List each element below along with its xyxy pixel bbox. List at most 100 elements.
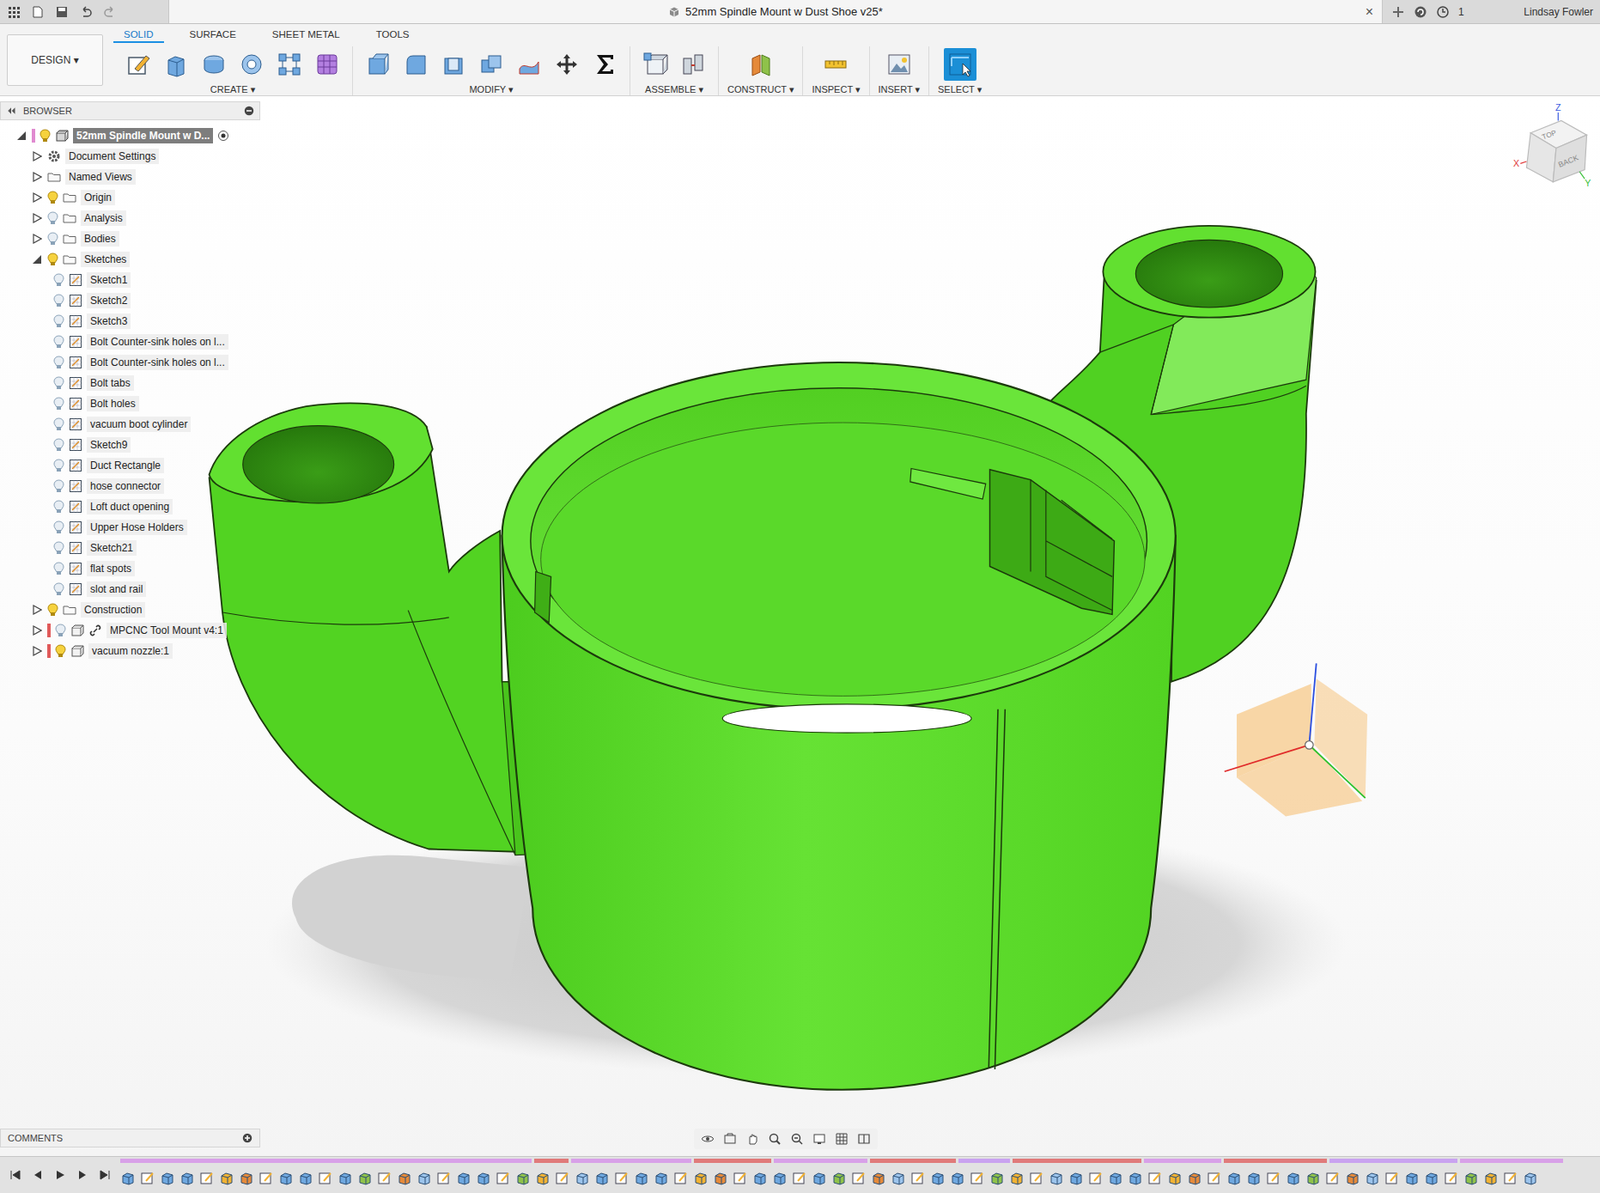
feature-icon[interactable] (278, 1170, 294, 1187)
browser-item-label[interactable]: vacuum nozzle:1 (88, 643, 173, 659)
browser-item[interactable]: Upper Hose Holders (0, 517, 261, 538)
expander[interactable] (15, 129, 28, 142)
browser-item-label[interactable]: Bolt tabs (86, 375, 134, 391)
browser-item[interactable]: Duct Rectangle (0, 455, 261, 476)
lightbulb-icon[interactable] (53, 314, 65, 329)
feature-icon[interactable] (752, 1170, 768, 1187)
activate-radio-icon[interactable] (217, 129, 230, 142)
browser-item[interactable]: Loft duct opening (0, 496, 261, 518)
tool-button[interactable] (437, 48, 470, 81)
lightbulb-icon[interactable] (53, 273, 65, 287)
feature-icon[interactable] (772, 1170, 788, 1187)
add-comment-icon[interactable] (242, 1132, 253, 1144)
lightbulb-icon[interactable] (53, 376, 65, 390)
tool-button[interactable] (361, 48, 395, 81)
sketch-feature-icon[interactable] (554, 1170, 571, 1187)
display-settings-icon[interactable] (812, 1131, 827, 1146)
sketch-feature-icon[interactable] (1384, 1170, 1400, 1187)
browser-item[interactable]: Sketch21 (0, 537, 261, 559)
expander[interactable] (30, 624, 43, 637)
browser-item-label[interactable]: Upper Hose Holders (86, 519, 188, 536)
tool-button[interactable] (512, 48, 546, 81)
redo-icon[interactable] (103, 5, 117, 19)
feature-icon[interactable] (930, 1170, 946, 1187)
feature-icon[interactable] (357, 1170, 373, 1187)
browser-item-label[interactable]: Bolt holes (86, 395, 140, 412)
sketch-feature-icon[interactable] (1443, 1170, 1460, 1187)
tool-group-label[interactable]: SELECT ▾ (937, 84, 982, 96)
lightbulb-icon[interactable] (53, 438, 65, 452)
save-icon[interactable] (54, 5, 69, 19)
browser-item-label[interactable]: Origin (80, 189, 116, 206)
tool-group-label[interactable]: INSERT ▾ (878, 84, 921, 96)
feature-icon[interactable] (1305, 1170, 1321, 1187)
feature-icon[interactable] (653, 1170, 670, 1187)
browser-item-label[interactable]: 52mm Spindle Mount w D... (73, 127, 213, 144)
collapse-icon[interactable] (31, 254, 43, 265)
browser-item[interactable]: Construction (0, 599, 261, 621)
toolbar-tab[interactable]: TOOLS (365, 29, 420, 43)
browser-item[interactable]: Bolt Counter-sink holes on l... (0, 331, 261, 353)
lightbulb-icon[interactable] (54, 623, 67, 638)
expander[interactable] (30, 150, 43, 163)
lightbulb-icon[interactable] (47, 231, 59, 246)
feature-icon[interactable] (870, 1170, 887, 1187)
sketch-feature-icon[interactable] (495, 1170, 512, 1187)
collapse-panel-icon[interactable] (6, 105, 17, 116)
expand-icon[interactable] (31, 604, 43, 615)
tool-button[interactable] (638, 48, 672, 81)
feature-icon[interactable] (1463, 1170, 1479, 1187)
sketch-feature-icon[interactable] (1088, 1170, 1104, 1187)
lightbulb-icon[interactable] (47, 252, 59, 267)
feature-icon[interactable] (594, 1170, 610, 1187)
document-tab[interactable]: 52mm Spindle Mount w Dust Shoe v25*× (168, 0, 1383, 24)
lightbulb-icon[interactable] (53, 520, 65, 535)
toolbar-tab[interactable]: SOLID (113, 29, 165, 43)
tool-button[interactable] (744, 48, 778, 81)
feature-icon[interactable] (1246, 1170, 1262, 1187)
panel-minimize-icon[interactable] (243, 105, 255, 116)
lightbulb-icon[interactable] (53, 396, 65, 411)
file-icon[interactable] (30, 5, 45, 19)
feature-icon[interactable] (831, 1170, 847, 1187)
sketch-feature-icon[interactable] (258, 1170, 274, 1187)
browser-item-label[interactable]: Loft duct opening (86, 498, 173, 515)
feature-icon[interactable] (1285, 1170, 1302, 1187)
feature-icon[interactable] (989, 1170, 1005, 1187)
feature-icon[interactable] (159, 1170, 176, 1187)
feature-icon[interactable] (1107, 1170, 1124, 1187)
canvas[interactable]: TOPBACKZXYBROWSER52mm Spindle Mount w D.… (0, 96, 1600, 1156)
sketch-feature-icon[interactable] (377, 1170, 393, 1187)
comments-bar[interactable]: COMMENTS (0, 1128, 261, 1148)
browser-item-label[interactable]: hose connector (86, 478, 165, 494)
toolbar-tab[interactable]: SHEET METAL (261, 29, 351, 43)
feature-icon[interactable] (238, 1170, 255, 1187)
expand-icon[interactable] (31, 625, 43, 636)
feature-icon[interactable] (1009, 1170, 1025, 1187)
feature-icon[interactable] (1344, 1170, 1361, 1187)
go-to-start-icon[interactable] (8, 1168, 23, 1182)
lightbulb-icon[interactable] (53, 417, 65, 432)
toolbar-tab[interactable]: SURFACE (179, 29, 247, 43)
feature-icon[interactable] (1404, 1170, 1420, 1187)
feature-icon[interactable] (811, 1170, 828, 1187)
browser-item-label[interactable]: Sketch3 (86, 313, 131, 329)
lightbulb-icon[interactable] (53, 561, 65, 576)
feature-icon[interactable] (1483, 1170, 1499, 1187)
tool-button[interactable] (588, 48, 621, 81)
expander[interactable] (30, 191, 43, 204)
browser-item[interactable]: Sketches (0, 249, 261, 270)
step-back-icon[interactable] (30, 1168, 45, 1182)
browser-item[interactable]: Analysis (0, 207, 261, 229)
expander[interactable] (30, 232, 43, 245)
browser-item[interactable]: Bodies (0, 228, 261, 250)
sketch-feature-icon[interactable] (673, 1170, 689, 1187)
browser-item-label[interactable]: Bolt Counter-sink holes on l... (86, 354, 229, 371)
browser-item[interactable]: hose connector (0, 475, 261, 497)
lightbulb-icon[interactable] (53, 479, 65, 493)
feature-icon[interactable] (337, 1170, 353, 1187)
sketch-feature-icon[interactable] (732, 1170, 749, 1187)
expand-icon[interactable] (31, 233, 43, 244)
feature-icon[interactable] (633, 1170, 650, 1187)
sketch-feature-icon[interactable] (1206, 1170, 1223, 1187)
